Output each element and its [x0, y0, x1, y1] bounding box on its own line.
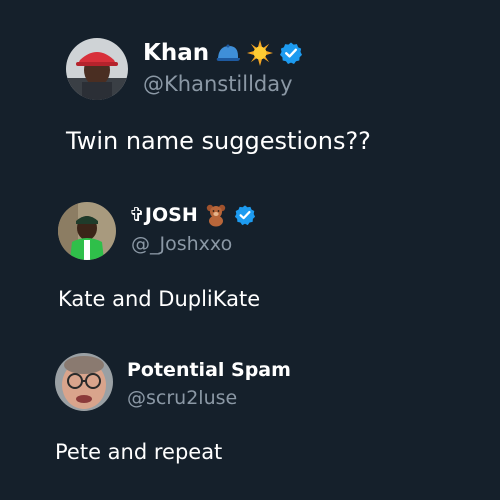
author-name[interactable]: Potential Spam — [127, 359, 291, 381]
avatar[interactable] — [55, 353, 113, 411]
author-name[interactable]: Khan — [143, 40, 209, 66]
author-name-row: Potential Spam — [127, 356, 291, 384]
tweet-khan[interactable]: Khan @Khanstillday Twin name suggestions… — [0, 0, 500, 185]
verified-badge-icon — [279, 41, 303, 65]
avatar[interactable] — [58, 202, 116, 260]
author-handle[interactable]: @scru2luse — [127, 387, 237, 409]
tweet-potential-spam[interactable]: Potential Spam @scru2luse Pete and repea… — [0, 340, 500, 500]
blue-cap-emoji-icon — [215, 41, 241, 65]
author-handle[interactable]: @_Joshxxo — [131, 233, 232, 255]
tweet-text: Twin name suggestions?? — [66, 127, 371, 155]
verified-badge-icon — [234, 204, 256, 226]
teddy-bear-emoji-icon — [204, 203, 228, 227]
author-name-row: Khan — [143, 38, 303, 68]
tweet-josh[interactable]: ✞JOSH @_Joshxxo Kate and DupliKate — [0, 185, 500, 340]
avatar[interactable] — [66, 38, 128, 100]
tweet-text: Kate and DupliKate — [58, 287, 261, 311]
sun-emoji-icon — [247, 40, 274, 66]
tweet-text: Pete and repeat — [55, 440, 223, 464]
author-name[interactable]: ✞JOSH — [129, 204, 198, 226]
author-handle[interactable]: @Khanstillday — [143, 72, 293, 96]
author-name-row: ✞JOSH — [129, 201, 256, 229]
